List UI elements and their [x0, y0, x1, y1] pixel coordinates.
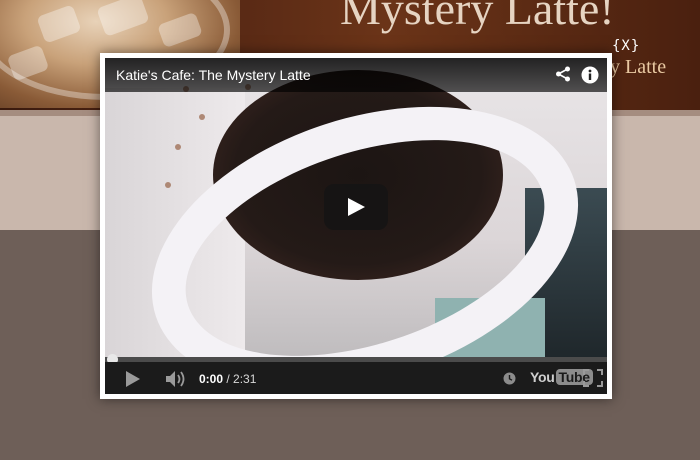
video-title-bar: Katie's Cafe: The Mystery Latte — [105, 58, 607, 92]
share-icon[interactable] — [555, 66, 571, 82]
youtube-logo-you: You — [530, 369, 555, 385]
video-title[interactable]: Katie's Cafe: The Mystery Latte — [116, 67, 311, 83]
play-icon[interactable] — [125, 371, 141, 387]
banner-title: Mystery Latte! — [340, 0, 615, 34]
duration: / 2:31 — [223, 372, 257, 386]
fullscreen-icon[interactable] — [583, 369, 603, 387]
clock-icon[interactable] — [503, 372, 516, 385]
close-lightbox-button[interactable]: {X} — [612, 38, 640, 54]
big-play-button[interactable] — [324, 184, 388, 230]
video-player[interactable]: Katie's Cafe: The Mystery Latte 0:00 / 2… — [105, 58, 607, 394]
volume-icon[interactable] — [165, 370, 187, 388]
player-controls: 0:00 / 2:31 You Tube — [105, 362, 607, 394]
time-display: 0:00 / 2:31 — [199, 372, 256, 386]
banner-subtitle: y Latte — [610, 56, 667, 78]
video-lightbox: Katie's Cafe: The Mystery Latte 0:00 / 2… — [100, 53, 612, 399]
play-icon — [348, 198, 365, 216]
current-time: 0:00 — [199, 372, 224, 386]
info-icon[interactable] — [581, 66, 599, 84]
